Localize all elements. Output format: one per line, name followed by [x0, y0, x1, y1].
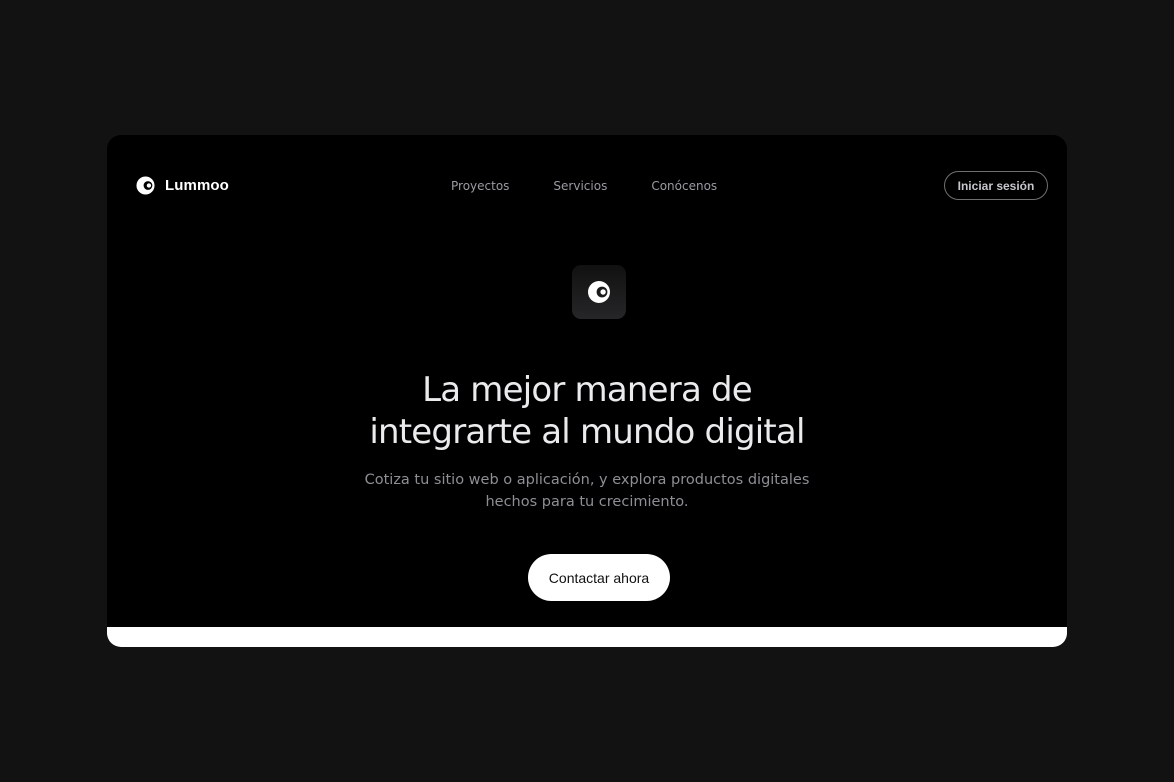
- next-section-edge: [107, 627, 1067, 647]
- hero-title: La mejor manera de integrarte al mundo d…: [107, 369, 1067, 453]
- hero-subtitle-line-1: Cotiza tu sitio web o aplicación, y expl…: [364, 472, 810, 488]
- top-navbar: Lummoo Proyectos Servicios Conócenos Ini…: [107, 135, 1067, 237]
- contact-now-button[interactable]: Contactar ahora: [528, 554, 670, 601]
- crescent-logo-icon: [588, 281, 610, 303]
- hero-logo-tile: [572, 265, 626, 319]
- hero-title-line-2: integrarte al mundo digital: [369, 412, 805, 452]
- hero-subtitle: Cotiza tu sitio web o aplicación, y expl…: [107, 469, 1067, 513]
- brand-name: Lummoo: [165, 177, 229, 194]
- nav-link-conocenos[interactable]: Conócenos: [651, 179, 717, 193]
- nav-link-proyectos[interactable]: Proyectos: [451, 179, 509, 193]
- hero-subtitle-line-2: hechos para tu crecimiento.: [485, 494, 689, 510]
- landing-page-frame: Lummoo Proyectos Servicios Conócenos Ini…: [107, 135, 1067, 647]
- nav-link-servicios[interactable]: Servicios: [553, 179, 607, 193]
- hero-title-line-1: La mejor manera de: [422, 370, 753, 410]
- login-button[interactable]: Iniciar sesión: [944, 171, 1048, 200]
- brand-logo-link[interactable]: Lummoo: [136, 176, 229, 195]
- nav-links: Proyectos Servicios Conócenos: [451, 179, 717, 193]
- crescent-logo-icon: [136, 176, 155, 195]
